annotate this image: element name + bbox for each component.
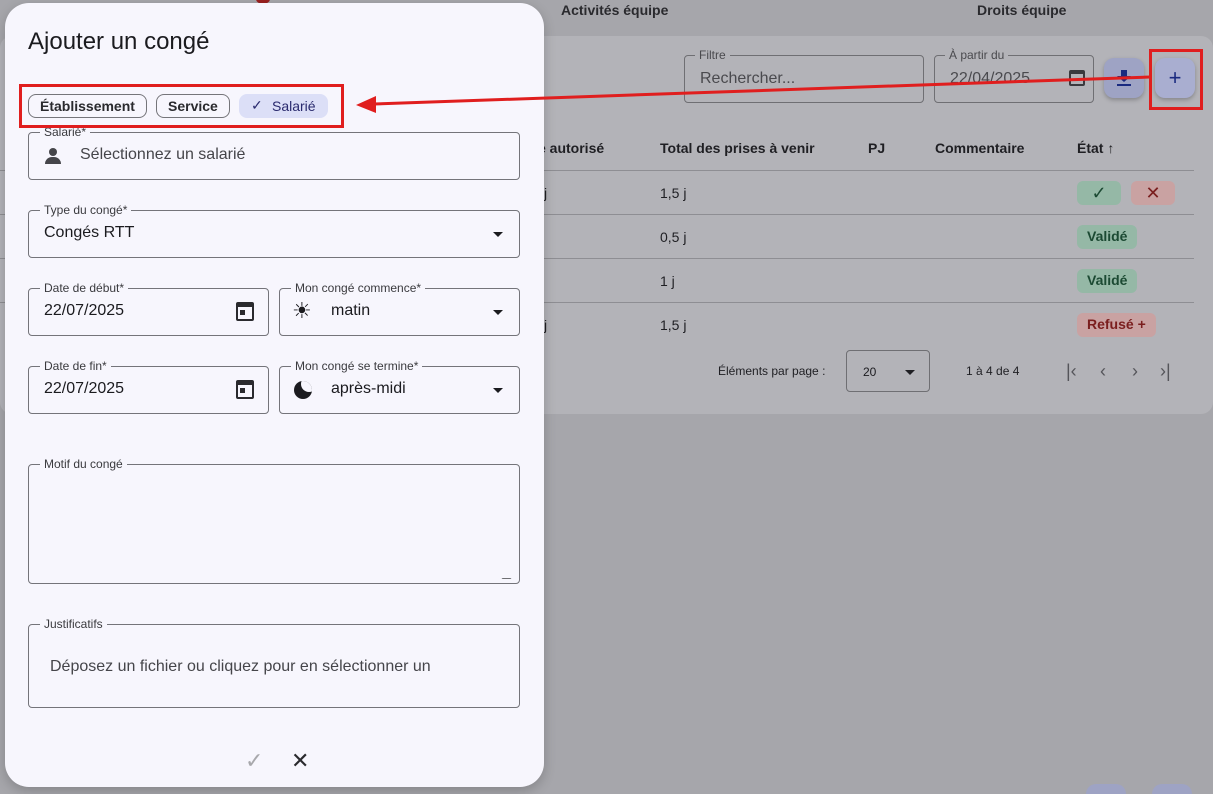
leave-type-select[interactable]: Type du congé* Congés RTT: [28, 203, 520, 258]
calendar-icon[interactable]: [236, 302, 254, 321]
end-date-label: Date de fin*: [40, 359, 111, 373]
employee-select[interactable]: Salarié* Sélectionnez un salarié: [28, 125, 520, 180]
table-cell: 1,5 j: [660, 317, 687, 333]
resize-handle[interactable]: [501, 570, 520, 579]
dropzone-hint: Déposez un fichier ou cliquez pour en sé…: [50, 658, 431, 675]
moon-icon: [294, 381, 312, 399]
start-date-label: Date de début*: [40, 281, 129, 295]
download-button[interactable]: [1104, 58, 1144, 98]
first-page-icon[interactable]: |‹: [1066, 361, 1077, 382]
last-page-icon[interactable]: ›|: [1160, 361, 1171, 382]
employee-placeholder: Sélectionnez un salarié: [80, 146, 246, 163]
end-period-value: après-midi: [331, 380, 406, 397]
confirm-button[interactable]: ✓: [245, 748, 263, 774]
attachments-label: Justificatifs: [40, 617, 107, 631]
leave-type-value: Congés RTT: [44, 224, 135, 241]
filter-label: Filtre: [695, 48, 730, 62]
annotation-highlight-scope-chips: [19, 84, 344, 128]
calendar-icon[interactable]: [1069, 70, 1085, 86]
start-date-value: 22/07/2025: [44, 302, 125, 319]
calendar-icon[interactable]: [236, 380, 254, 399]
chevron-down-icon: [493, 388, 503, 393]
sun-icon: ☀: [292, 298, 312, 323]
close-icon: ✕: [1145, 182, 1161, 203]
end-date-value: 22/07/2025: [44, 380, 125, 397]
from-date-value: 22/04/2025: [950, 70, 1031, 87]
check-icon: ✓: [1091, 182, 1107, 203]
floating-button[interactable]: [1086, 784, 1126, 794]
column-header-status[interactable]: État ↑: [1077, 140, 1114, 156]
per-page-value: 20: [863, 365, 877, 379]
column-header-authorized: e autorisé: [538, 140, 605, 156]
cancel-button[interactable]: ✕: [291, 748, 309, 774]
floating-button[interactable]: [1152, 784, 1192, 794]
dialog-title: Ajouter un congé: [28, 28, 210, 55]
chevron-down-icon: [493, 310, 503, 315]
pagination-range: 1 à 4 de 4: [966, 364, 1020, 378]
from-date-label: À partir du: [945, 48, 1009, 62]
column-header-upcoming: Total des prises à venir: [660, 140, 815, 156]
table-cell: 1 j: [660, 273, 675, 289]
column-header-comment: Commentaire: [935, 140, 1025, 156]
status-badge: Validé: [1077, 225, 1138, 249]
per-page-select[interactable]: 20: [846, 350, 930, 392]
per-page-label: Éléments par page :: [718, 364, 826, 378]
status-badge: Validé: [1077, 269, 1138, 293]
end-date-field[interactable]: Date de fin* 22/07/2025: [28, 359, 269, 414]
reason-label: Motif du congé: [40, 457, 127, 471]
start-period-select[interactable]: Mon congé commence* ☀ matin: [279, 281, 520, 336]
column-header-attachment: PJ: [868, 140, 886, 156]
chevron-down-icon: [493, 232, 503, 237]
download-icon: [1117, 70, 1131, 86]
end-period-label: Mon congé se termine*: [291, 359, 423, 373]
annotation-highlight-add-button: [1149, 49, 1203, 110]
person-icon: [45, 148, 61, 164]
end-period-select[interactable]: Mon congé se termine* après-midi: [279, 359, 520, 414]
start-period-label: Mon congé commence*: [291, 281, 426, 295]
status-badge[interactable]: Refusé +: [1077, 313, 1156, 337]
attachments-dropzone[interactable]: Justificatifs Déposez un fichier ou cliq…: [28, 617, 520, 708]
tab-team-activities[interactable]: Activités équipe: [561, 2, 668, 18]
table-cell: 1,5 j: [660, 185, 687, 201]
table-cell: j: [544, 185, 548, 201]
table-cell: 0,5 j: [660, 229, 687, 245]
next-page-icon[interactable]: ›: [1132, 361, 1138, 382]
previous-page-icon[interactable]: ‹: [1100, 361, 1106, 382]
filter-search-field[interactable]: Filtre Rechercher...: [684, 48, 924, 103]
table-cell: j: [544, 317, 548, 333]
start-period-value: matin: [331, 302, 371, 319]
from-date-field[interactable]: À partir du 22/04/2025: [934, 48, 1094, 103]
approve-button[interactable]: ✓: [1077, 181, 1121, 205]
start-date-field[interactable]: Date de début* 22/07/2025: [28, 281, 269, 336]
reject-button[interactable]: ✕: [1131, 181, 1175, 205]
tab-team-rights[interactable]: Droits équipe: [977, 2, 1066, 18]
leave-type-label: Type du congé*: [40, 203, 132, 217]
reason-textarea[interactable]: Motif du congé: [28, 457, 520, 584]
filter-placeholder: Rechercher...: [700, 70, 796, 87]
chevron-down-icon: [905, 370, 915, 375]
